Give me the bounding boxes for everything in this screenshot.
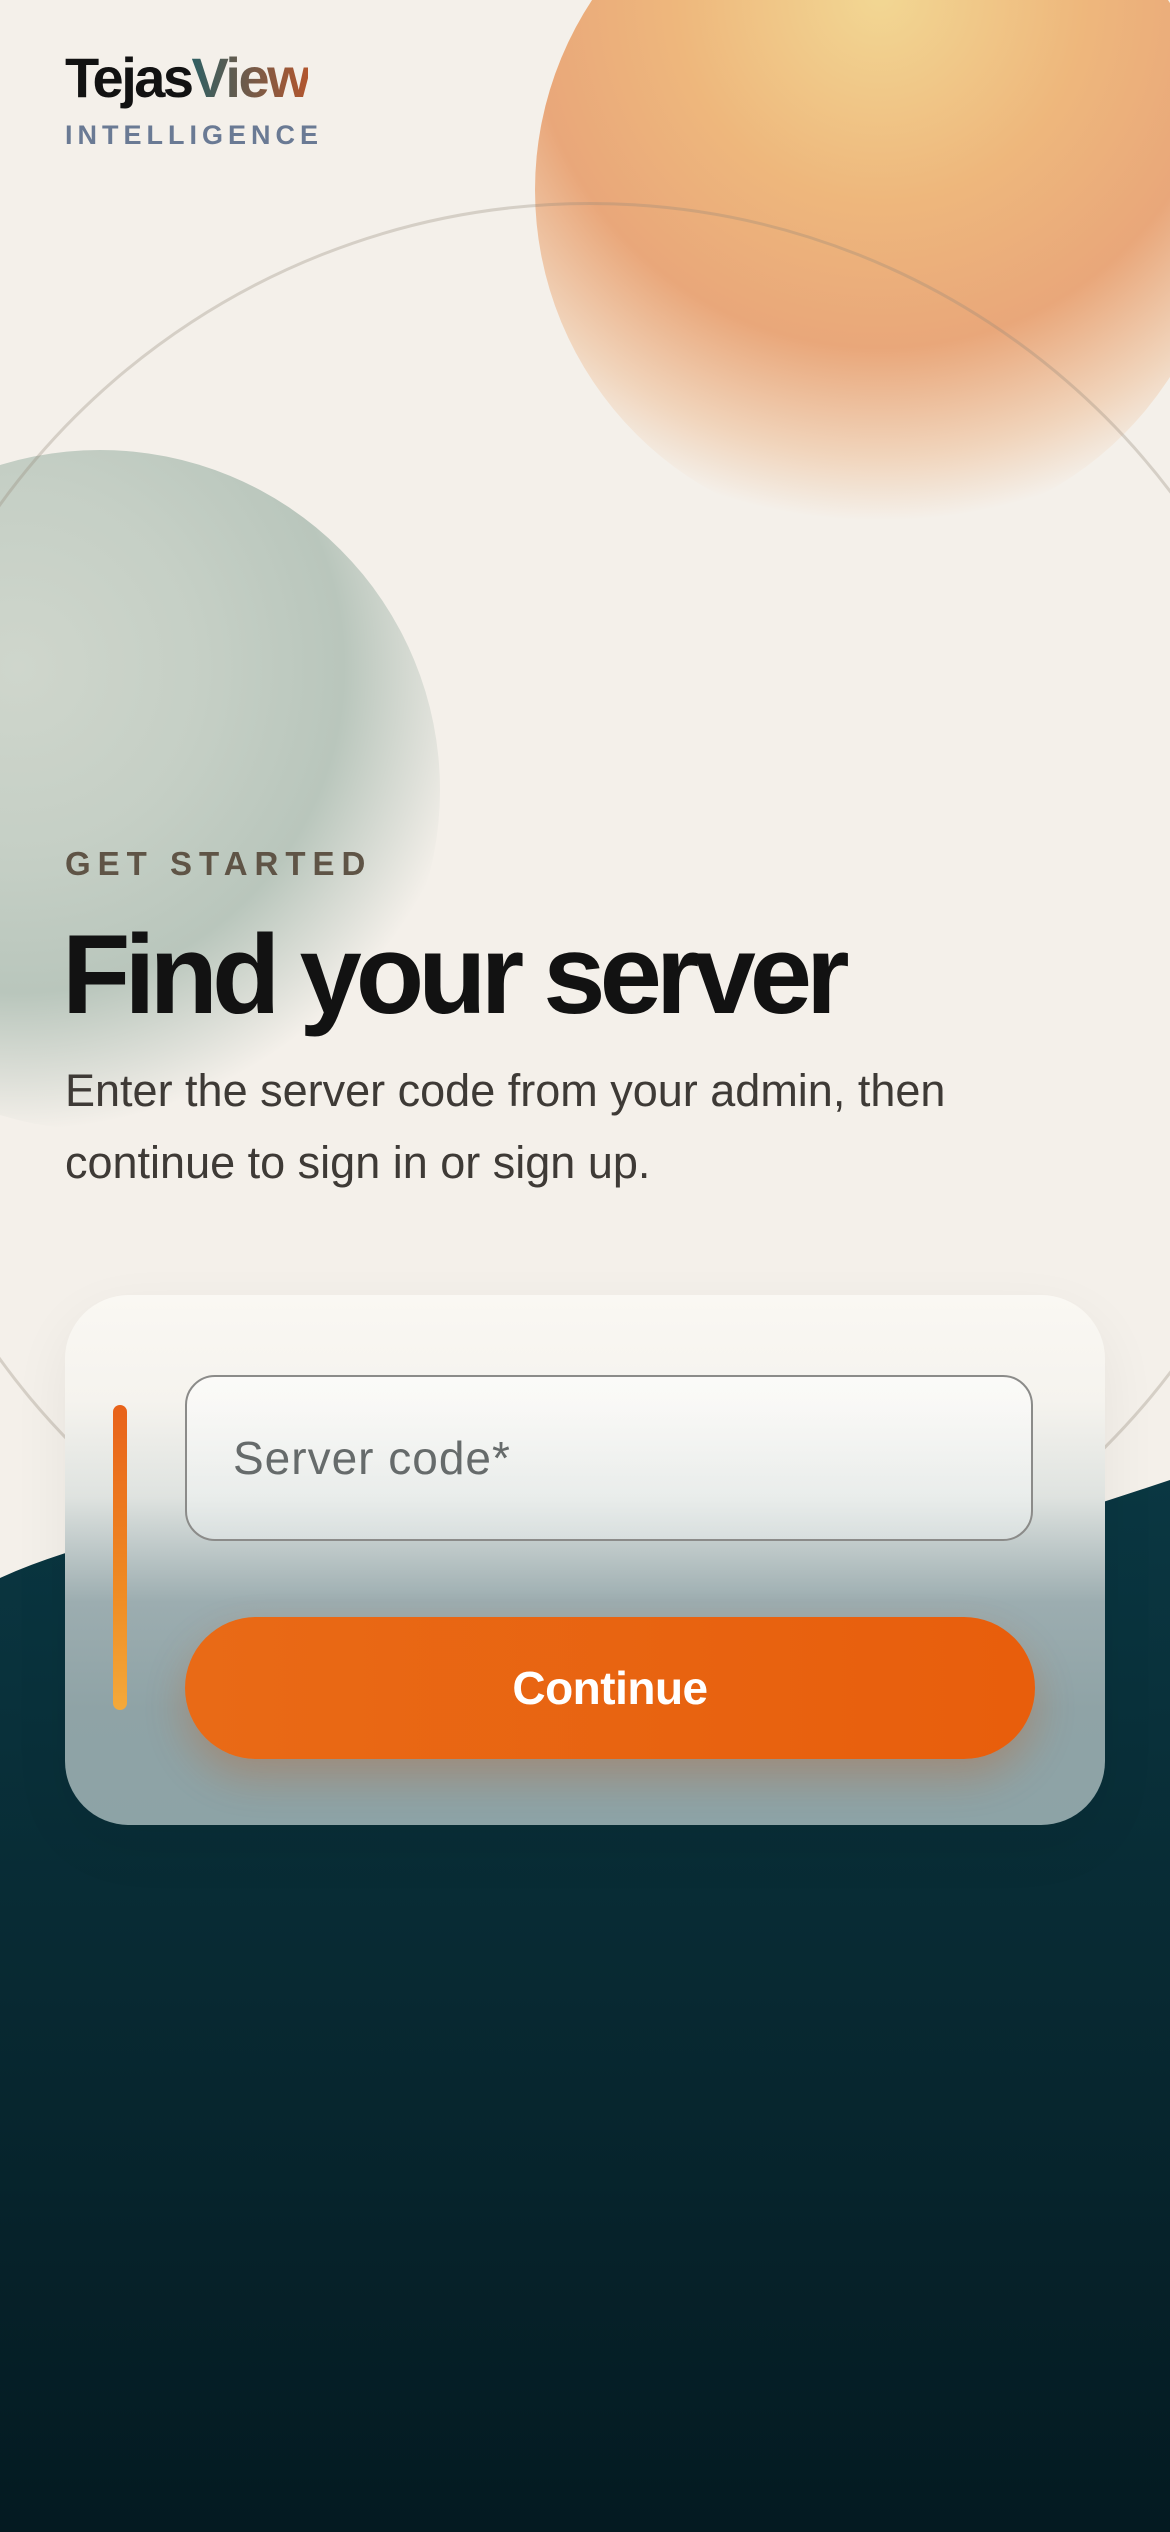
brand-name-part2: View — [191, 46, 311, 109]
dark-wave-background — [0, 1480, 1170, 2532]
server-code-input[interactable] — [187, 1377, 1031, 1539]
continue-button[interactable]: Continue — [185, 1617, 1035, 1759]
page-subtitle: Enter the server code from your admin, t… — [65, 1065, 946, 1188]
server-code-field[interactable] — [185, 1375, 1033, 1541]
brand-tagline: INTELLIGENCE — [65, 120, 324, 150]
accent-bar-decoration — [113, 1405, 127, 1710]
background — [0, 0, 1170, 2532]
page-title: Find your server — [62, 912, 850, 1037]
server-form-card: Continue — [65, 1295, 1105, 1825]
brand-logo: Tejas View INTELLIGENCE — [65, 48, 323, 151]
brand-name: Tejas View — [65, 48, 323, 108]
brand-name-part1: Tejas — [65, 46, 194, 109]
eyebrow-label: GET STARTED — [65, 845, 373, 882]
